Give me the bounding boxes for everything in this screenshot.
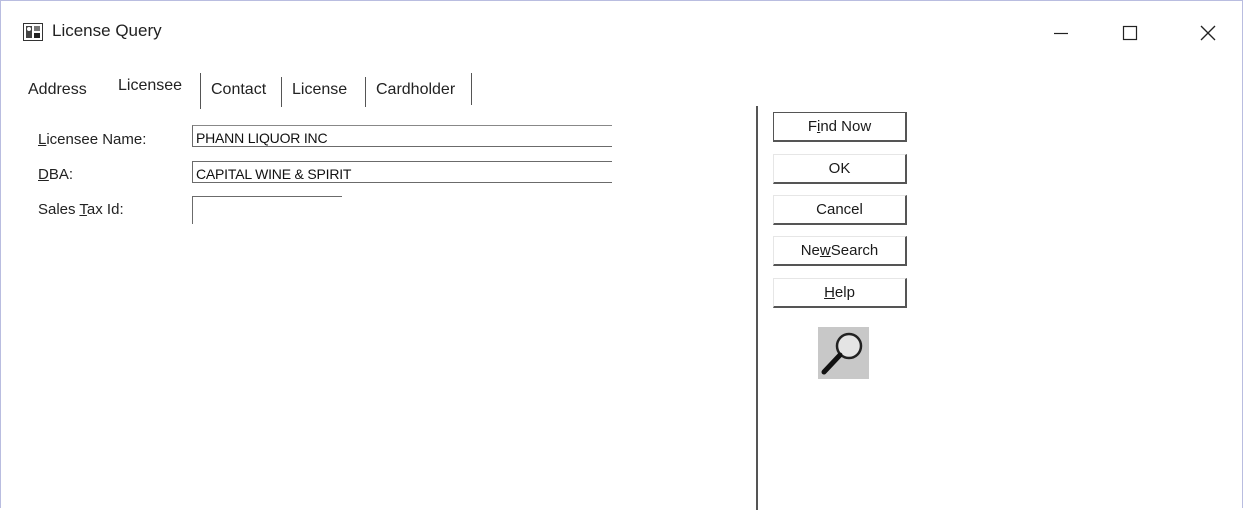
licensee-name-label: Licensee Name: bbox=[38, 131, 147, 148]
licensee-name-field[interactable]: PHANN LIQUOR INC bbox=[192, 125, 612, 147]
dba-field[interactable]: CAPITAL WINE & SPIRIT bbox=[192, 161, 612, 183]
new-search-label-rest: Search bbox=[830, 242, 879, 259]
ok-button[interactable]: OK bbox=[773, 154, 907, 184]
tab-address[interactable]: Address bbox=[28, 81, 87, 99]
dba-label: DBA: bbox=[38, 166, 74, 183]
cancel-button[interactable]: Cancel bbox=[773, 195, 907, 225]
help-button[interactable]: Help bbox=[773, 278, 907, 308]
help-label-rest: elp bbox=[834, 284, 855, 301]
find-now-label-rest: nd Now bbox=[820, 118, 872, 135]
minimize-button[interactable] bbox=[1038, 13, 1084, 53]
minimize-icon bbox=[1054, 32, 1068, 35]
title-bar: License Query bbox=[1, 1, 1244, 61]
license-query-window: License Query Address Licensee Contact L… bbox=[0, 0, 1244, 510]
new-search-mnemonic: w bbox=[819, 242, 831, 259]
tab-divider bbox=[281, 77, 282, 107]
cancel-label: Cancel bbox=[816, 201, 863, 218]
window-title: License Query bbox=[52, 21, 162, 40]
tab-contact[interactable]: Contact bbox=[211, 81, 266, 99]
tab-cardholder[interactable]: Cardholder bbox=[376, 81, 455, 99]
close-button[interactable] bbox=[1185, 13, 1231, 53]
maximize-icon bbox=[1122, 25, 1138, 41]
ok-label: OK bbox=[828, 160, 851, 177]
sales-tax-id-field[interactable] bbox=[192, 196, 342, 224]
new-search-label: Ne bbox=[800, 242, 820, 259]
help-mnemonic: H bbox=[824, 284, 835, 301]
app-icon bbox=[23, 22, 43, 42]
new-search-button[interactable]: Ne w Search bbox=[773, 236, 907, 266]
close-icon bbox=[1200, 25, 1216, 41]
tab-divider bbox=[200, 73, 201, 109]
tab-licensee[interactable]: Licensee bbox=[118, 77, 182, 95]
find-now-label: F bbox=[807, 118, 817, 135]
panel-divider bbox=[756, 106, 758, 510]
magnifying-glass-icon bbox=[818, 327, 869, 379]
find-now-button[interactable]: Fi nd Now bbox=[773, 112, 907, 142]
tab-divider bbox=[365, 77, 366, 107]
tab-license[interactable]: License bbox=[292, 81, 347, 99]
maximize-button[interactable] bbox=[1107, 13, 1153, 53]
sales-tax-id-label: Sales Tax Id: bbox=[38, 201, 124, 218]
tab-divider bbox=[471, 73, 472, 105]
